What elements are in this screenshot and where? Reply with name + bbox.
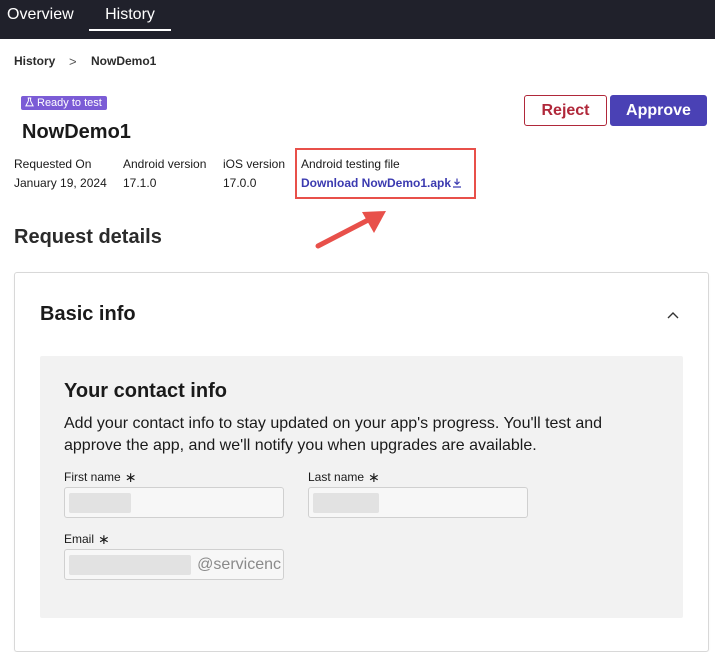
contact-info-heading: Your contact info xyxy=(64,380,227,402)
flask-icon xyxy=(25,97,34,107)
first-name-label: First name ∗ xyxy=(64,469,136,486)
ios-version-value: 17.0.0 xyxy=(223,176,257,190)
approve-button[interactable]: Approve xyxy=(610,95,707,126)
first-name-label-text: First name xyxy=(64,470,121,484)
redacted-value xyxy=(69,555,191,575)
app-title: NowDemo1 xyxy=(22,121,131,143)
ios-version-info: iOS version 17.0.0 xyxy=(223,157,285,190)
contact-info-description: Add your contact info to stay updated on… xyxy=(64,415,603,454)
ios-version-label: iOS version xyxy=(223,157,286,171)
basic-info-heading: Basic info xyxy=(40,303,136,325)
first-name-input[interactable] xyxy=(64,487,284,518)
breadcrumb: History > NowDemo1 xyxy=(14,54,156,69)
annotation-highlight-box xyxy=(295,148,476,199)
status-badge-label: Ready to test xyxy=(37,97,102,109)
android-version-value: 17.1.0 xyxy=(123,176,157,190)
requested-on-info: Requested On January 19, 2024 xyxy=(14,157,107,190)
tab-history[interactable]: History xyxy=(89,0,171,31)
chevron-up-icon[interactable] xyxy=(665,307,681,323)
active-tab-indicator xyxy=(89,29,171,31)
last-name-label: Last name ∗ xyxy=(308,469,380,486)
android-version-label: Android version xyxy=(123,157,207,171)
redacted-value xyxy=(313,493,379,513)
breadcrumb-current: NowDemo1 xyxy=(91,54,157,68)
redacted-value xyxy=(69,493,131,513)
email-label-text: Email xyxy=(64,532,95,546)
required-asterisk: ∗ xyxy=(124,469,137,485)
required-asterisk: ∗ xyxy=(368,469,380,485)
request-details-heading: Request details xyxy=(14,226,162,248)
breadcrumb-separator: > xyxy=(69,54,77,69)
reject-button[interactable]: Reject xyxy=(524,95,607,126)
email-input[interactable]: @servicenc xyxy=(64,549,284,580)
requested-on-label: Requested On xyxy=(14,157,92,171)
last-name-input[interactable] xyxy=(308,487,528,518)
last-name-label-text: Last name xyxy=(308,470,365,484)
top-nav-bar: Overview History xyxy=(0,0,715,39)
email-label: Email ∗ xyxy=(64,531,110,548)
annotation-arrow xyxy=(315,211,386,249)
requested-on-value: January 19, 2024 xyxy=(14,176,107,190)
breadcrumb-history-link[interactable]: History xyxy=(14,54,55,68)
contact-info-panel: Your contact info Add your contact info … xyxy=(40,356,683,618)
required-asterisk: ∗ xyxy=(98,531,110,547)
email-domain-text: @servicenc xyxy=(197,556,281,573)
basic-info-card: Basic info Your contact info Add your co… xyxy=(14,272,709,652)
status-badge: Ready to test xyxy=(21,96,107,110)
android-version-info: Android version 17.1.0 xyxy=(123,157,206,190)
tab-overview[interactable]: Overview xyxy=(7,0,74,31)
